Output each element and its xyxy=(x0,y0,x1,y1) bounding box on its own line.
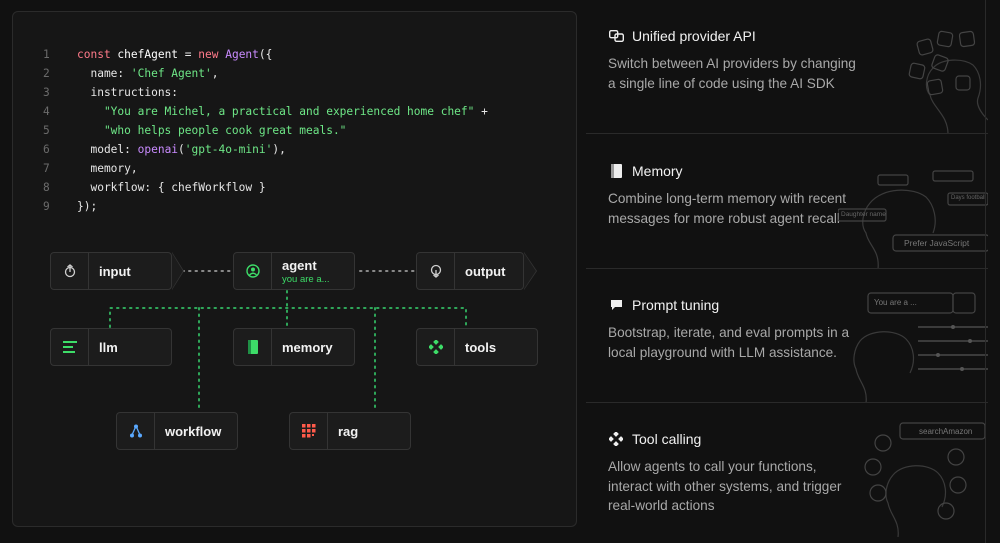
input-icon xyxy=(51,253,89,289)
line-number: 8 xyxy=(43,181,50,194)
line-number: 1 xyxy=(43,48,50,61)
workflow-node[interactable]: workflow xyxy=(116,412,238,450)
feature-description: Switch between AI providers by changing … xyxy=(608,56,856,91)
agent-sublabel: you are a... xyxy=(282,273,330,285)
output-node[interactable]: output xyxy=(416,252,537,290)
code-token: openai xyxy=(137,143,179,156)
code-token: memory, xyxy=(77,162,138,175)
code-line: 1 const chefAgent = new Agent({ xyxy=(43,45,573,64)
code-token: }); xyxy=(77,200,98,213)
agent-icon xyxy=(234,253,272,289)
right-edge-divider xyxy=(985,0,986,543)
code-token: , xyxy=(211,67,219,80)
code-line: 9}); xyxy=(43,197,573,216)
code-block: 1 const chefAgent = new Agent({ 2 name: 'C… xyxy=(43,45,573,216)
code-token: ), xyxy=(272,143,286,156)
provider-head-illustration xyxy=(838,0,988,133)
line-number: 7 xyxy=(43,162,50,175)
code-token: model: xyxy=(77,143,138,156)
memory-head-illustration: Prefer JavaScript Days football Daughter… xyxy=(837,135,988,268)
agent-label: agent xyxy=(282,257,317,273)
code-line: 4 "You are Michel, a practical and exper… xyxy=(43,102,573,121)
code-line: 8 workflow: { chefWorkflow } xyxy=(43,178,573,197)
memory-icon xyxy=(608,163,624,179)
prompt-head-illustration: You are a ... xyxy=(838,269,988,402)
rag-node[interactable]: rag xyxy=(289,412,411,450)
code-token: "You are Michel, a practical and experie… xyxy=(77,105,475,118)
code-token: ( xyxy=(178,143,185,156)
memory-chip-daughter: Daughter name xyxy=(841,211,886,218)
code-token: Agent xyxy=(225,48,259,61)
memory-node[interactable]: memory xyxy=(233,328,355,366)
code-token: + xyxy=(474,105,488,118)
code-token: ({ xyxy=(258,48,273,61)
line-number: 9 xyxy=(43,200,50,213)
code-token: "who helps people cook great meals." xyxy=(77,124,347,137)
tools-icon xyxy=(417,329,455,365)
code-token: 'gpt-4o-mini' xyxy=(184,143,273,156)
feature-title: Unified provider API xyxy=(632,28,756,44)
code-token: new xyxy=(198,48,226,61)
feature-memory: Memory Combine long-term memory with rec… xyxy=(586,135,988,269)
input-label: input xyxy=(99,263,131,279)
tool-call-chip-text: searchAmazon xyxy=(919,427,973,436)
llm-node[interactable]: llm xyxy=(50,328,172,366)
code-line: 5 "who helps people cook great meals." xyxy=(43,121,573,140)
workflow-label: workflow xyxy=(165,423,222,439)
provider-icon xyxy=(608,28,624,44)
code-token: = xyxy=(184,48,199,61)
tools-label: tools xyxy=(465,339,497,355)
feature-tool-calling: Tool calling Allow agents to call your f… xyxy=(586,403,988,537)
line-number: 4 xyxy=(43,105,50,118)
rag-label: rag xyxy=(338,423,359,439)
feature-description: Combine long-term memory with recent mes… xyxy=(608,191,846,226)
workflow-icon xyxy=(117,413,155,449)
code-line: 3 instructions: xyxy=(43,83,573,102)
memory-chip-football: Days football xyxy=(951,195,986,201)
feature-description: Bootstrap, iterate, and eval prompts in … xyxy=(608,325,850,360)
features-panel: Unified provider API Switch between AI p… xyxy=(586,0,988,543)
output-label: output xyxy=(465,263,506,279)
llm-icon xyxy=(51,329,89,365)
llm-label: llm xyxy=(99,339,118,355)
memory-label: memory xyxy=(282,339,333,355)
code-token: workflow: { chefWorkflow } xyxy=(77,181,266,194)
code-token: name: xyxy=(77,67,131,80)
line-number: 5 xyxy=(43,124,50,137)
code-token: const xyxy=(77,48,118,61)
feature-title: Memory xyxy=(632,163,683,179)
code-line: 6 model: openai('gpt-4o-mini'), xyxy=(43,140,573,159)
code-token: chefAgent xyxy=(117,48,185,61)
input-node[interactable]: input xyxy=(50,252,184,290)
tool-calling-icon xyxy=(608,431,624,447)
prompt-input-text: You are a ... xyxy=(874,298,917,307)
code-token: instructions: xyxy=(77,86,179,99)
agent-node[interactable]: agent you are a... xyxy=(233,252,355,290)
code-line: 2 name: 'Chef Agent', xyxy=(43,64,573,83)
feature-unified-provider: Unified provider API Switch between AI p… xyxy=(586,0,988,134)
feature-title: Prompt tuning xyxy=(632,297,720,313)
feature-title: Tool calling xyxy=(632,431,702,447)
line-number: 6 xyxy=(43,143,50,156)
tools-node[interactable]: tools xyxy=(416,328,538,366)
memory-book-icon xyxy=(234,329,272,365)
output-icon xyxy=(417,253,455,289)
rag-grid-icon xyxy=(290,413,328,449)
tool-calling-head-illustration: searchAmazon xyxy=(838,403,988,537)
feature-prompt-tuning: Prompt tuning Bootstrap, iterate, and ev… xyxy=(586,269,988,403)
line-number: 2 xyxy=(43,67,50,80)
feature-description: Allow agents to call your functions, int… xyxy=(608,459,842,513)
line-number: 3 xyxy=(43,86,50,99)
code-token: 'Chef Agent' xyxy=(130,67,212,80)
memory-chip-prefer: Prefer JavaScript xyxy=(904,238,970,248)
code-line: 7 memory, xyxy=(43,159,573,178)
prompt-icon xyxy=(608,297,624,313)
